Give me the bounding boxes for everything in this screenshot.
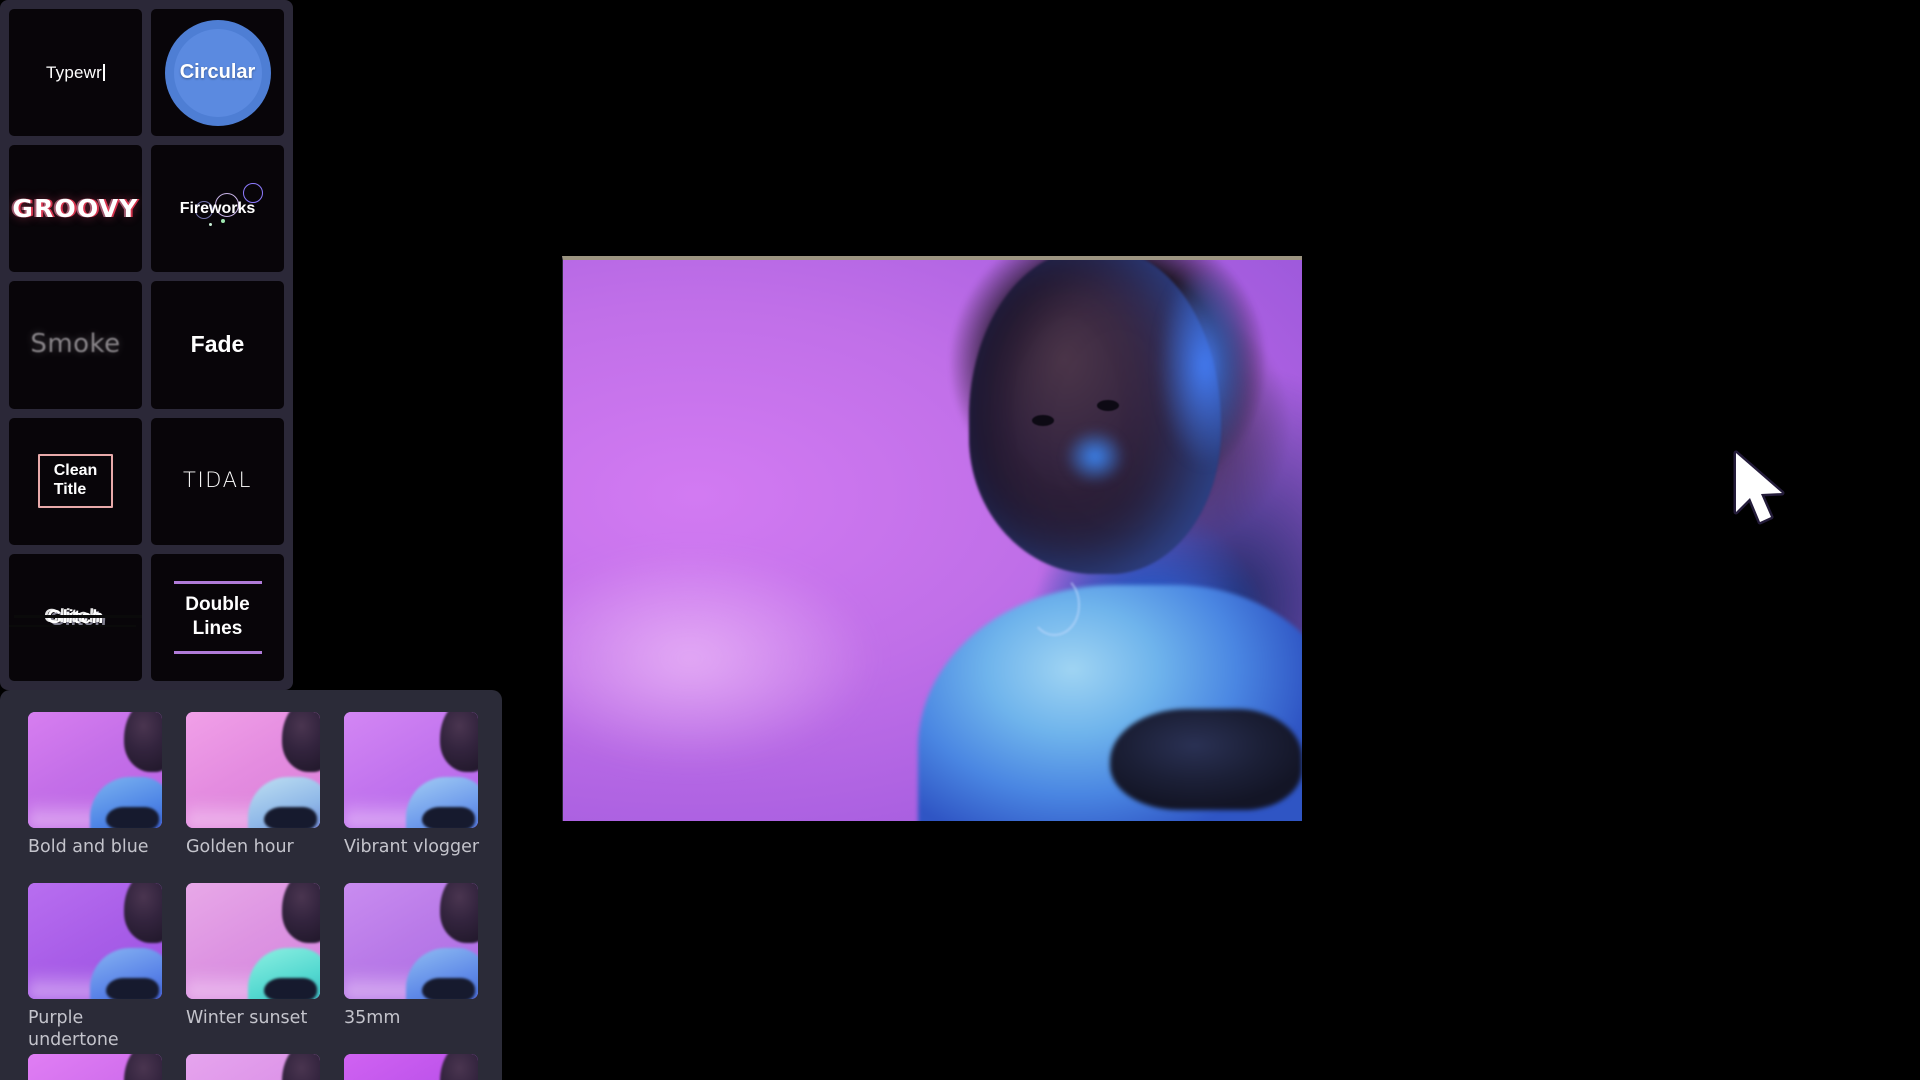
filter-label: Bold and blue (28, 837, 149, 857)
filter-thumbnail-controller (421, 807, 476, 828)
titles-panel[interactable]: Typewr Circular GROOVY Fireworks Smoke F… (0, 0, 293, 690)
filter-label: Golden hour (186, 837, 294, 857)
title-item-fireworks[interactable]: Fireworks (151, 145, 284, 273)
title-item-smoke[interactable]: Smoke (9, 281, 142, 409)
filter-item[interactable]: Golden hour (186, 712, 324, 883)
title-item-circular[interactable]: Circular (151, 9, 284, 137)
clean-title-frame: Clean Title (37, 454, 114, 509)
title-item-label: Fade (190, 331, 245, 358)
title-item-label-line2: Title (53, 480, 87, 498)
firework-dot-icon (209, 223, 212, 227)
video-rim-light (1124, 271, 1258, 507)
filter-item[interactable]: Winter (344, 1054, 482, 1080)
filter-label: Winter sunset (186, 1008, 308, 1028)
filter-thumbnail-subject-head (282, 1054, 320, 1080)
title-item-fade[interactable]: Fade (151, 281, 284, 409)
title-item-label: Clean Title (54, 462, 98, 497)
filter-item[interactable]: Vibrant vlogger (344, 712, 482, 883)
title-item-label: Circular (179, 61, 256, 84)
title-item-glitch[interactable]: Glitch (9, 553, 142, 681)
filter-thumbnail[interactable] (344, 1054, 478, 1080)
title-item-clean-title[interactable]: Clean Title (9, 417, 142, 545)
filter-thumbnail-controller (105, 978, 160, 999)
filter-label: Vibrant vlogger (344, 837, 480, 857)
filter-thumbnail-controller (263, 978, 318, 999)
double-line-top (173, 581, 262, 585)
video-cheek-light (1050, 417, 1140, 496)
title-item-label-line1: Double (185, 594, 250, 616)
double-line-bottom (173, 650, 262, 654)
filters-panel[interactable]: Bold and blue Golden hour Vibrant vlogger P… (0, 690, 502, 1080)
title-item-label: TIDAL (183, 468, 252, 493)
filter-thumbnail-controller (421, 978, 476, 999)
filter-thumbnail[interactable] (344, 883, 478, 999)
title-item-label-line1: Clean (53, 462, 98, 480)
filter-label: 35mm (344, 1008, 401, 1028)
filter-thumbnail-controller (105, 807, 160, 828)
filter-thumbnail-subject-head (440, 1054, 478, 1080)
app-root: Typewr Circular GROOVY Fireworks Smoke F… (0, 0, 1920, 1080)
title-item-tidal[interactable]: TIDAL (151, 417, 284, 545)
filter-thumbnail[interactable] (186, 883, 320, 999)
filter-item[interactable]: Winter sunset (186, 883, 324, 1054)
title-item-label: GROOVY (12, 193, 139, 223)
text-caret (103, 64, 105, 82)
title-item-groovy[interactable]: GROOVY (9, 145, 142, 273)
video-subject-controller (1109, 708, 1302, 810)
filter-thumbnail[interactable] (28, 1054, 162, 1080)
firework-dot-icon (221, 219, 225, 224)
filter-label: Purple undertone (28, 1008, 119, 1050)
filter-thumbnail-subject-head (124, 1054, 162, 1080)
filter-thumbnail[interactable] (186, 712, 320, 828)
filter-item[interactable]: Purple undertone (28, 883, 166, 1054)
title-item-double-lines[interactable]: Double Lines (151, 553, 284, 681)
filter-item[interactable]: 35mm (344, 883, 482, 1054)
filter-thumbnail[interactable] (28, 712, 162, 828)
title-item-label-line2: Lines (192, 618, 243, 640)
filter-thumbnail[interactable] (28, 883, 162, 999)
video-light-glow (563, 551, 948, 765)
title-item-label: Fireworks (179, 199, 256, 217)
filter-item[interactable]: Bold and blue (28, 712, 166, 883)
title-item-label: Double Lines (185, 593, 249, 642)
title-item-label: Glitch (46, 606, 105, 628)
title-item-label: Typewr (46, 63, 102, 83)
filter-item[interactable]: Fall (186, 1054, 324, 1080)
video-subject-necklace (1028, 574, 1081, 636)
filter-thumbnail[interactable] (344, 712, 478, 828)
filter-thumbnail[interactable] (186, 1054, 320, 1080)
title-item-typewriter[interactable]: Typewr (9, 9, 142, 137)
double-lines-group: Double Lines (173, 581, 262, 654)
video-preview[interactable] (562, 256, 1302, 821)
filter-item[interactable]: Contrast (28, 1054, 166, 1080)
mouse-cursor-icon (1733, 450, 1785, 525)
filter-thumbnail-controller (263, 807, 318, 828)
title-item-label: Smoke (30, 329, 121, 360)
